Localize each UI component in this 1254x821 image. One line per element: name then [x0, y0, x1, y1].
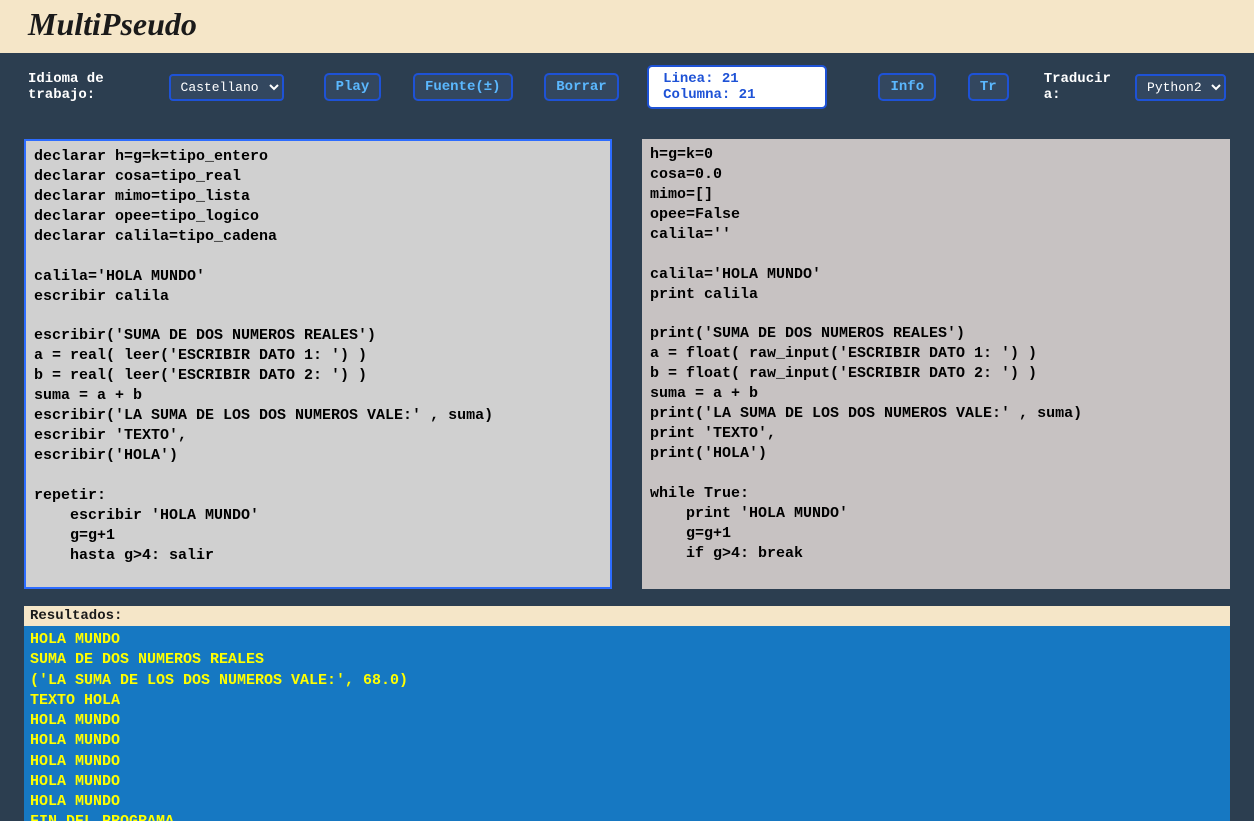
editors-row: [0, 121, 1254, 606]
app-header: MultiPseudo: [0, 0, 1254, 53]
app-title: MultiPseudo: [28, 6, 1226, 43]
info-button[interactable]: Info: [878, 73, 936, 101]
translate-button[interactable]: Tr: [968, 73, 1009, 101]
language-label: Idioma de trabajo:: [28, 71, 155, 103]
translated-editor[interactable]: [642, 139, 1230, 589]
source-editor[interactable]: [24, 139, 612, 589]
language-select[interactable]: Castellano: [169, 74, 284, 101]
play-button[interactable]: Play: [324, 73, 382, 101]
source-editor-wrap: [24, 139, 612, 594]
translate-label: Traducir a:: [1044, 71, 1121, 103]
cursor-status: Linea: 21 Columna: 21: [647, 65, 827, 109]
clear-button[interactable]: Borrar: [544, 73, 618, 101]
results-header: Resultados:: [24, 606, 1230, 626]
toolbar: Idioma de trabajo: Castellano Play Fuent…: [0, 53, 1254, 121]
results-section: Resultados: HOLA MUNDO SUMA DE DOS NUMER…: [24, 606, 1230, 821]
font-button[interactable]: Fuente(±): [413, 73, 513, 101]
results-output: HOLA MUNDO SUMA DE DOS NUMEROS REALES ('…: [24, 626, 1230, 821]
translate-select[interactable]: Python2: [1135, 74, 1226, 101]
translated-editor-wrap: [642, 139, 1230, 594]
